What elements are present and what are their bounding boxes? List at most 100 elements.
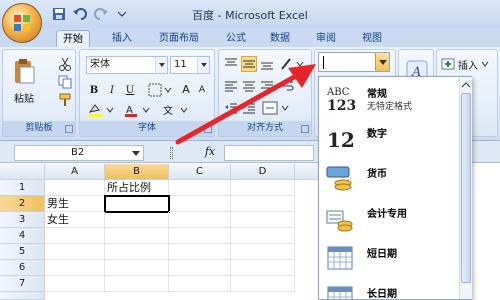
cell-b2[interactable] bbox=[104, 195, 170, 213]
alignment-launcher[interactable] bbox=[301, 125, 309, 133]
format-currency-item[interactable]: 货币 bbox=[319, 159, 459, 199]
borders-button[interactable] bbox=[146, 82, 174, 98]
cell-b4[interactable] bbox=[105, 228, 169, 244]
format-short-date-item[interactable]: 短日期 bbox=[319, 239, 459, 279]
cell-d4[interactable] bbox=[231, 228, 295, 244]
format-general-item[interactable]: ABC 123 常规 无特定格式 bbox=[319, 79, 459, 119]
font-launcher[interactable] bbox=[204, 125, 212, 133]
chevron-down-icon[interactable] bbox=[197, 57, 209, 73]
align-left-button[interactable] bbox=[223, 78, 239, 94]
chevron-down-icon[interactable] bbox=[375, 53, 389, 71]
cell-b5[interactable] bbox=[105, 244, 169, 260]
align-right-button[interactable] bbox=[259, 78, 275, 94]
row-header-5[interactable]: 5 bbox=[0, 244, 45, 260]
row-header-7[interactable]: 7 bbox=[0, 276, 45, 292]
cell-a7[interactable] bbox=[45, 276, 105, 292]
chevron-down-icon[interactable] bbox=[131, 150, 141, 158]
align-top-button[interactable] bbox=[223, 56, 239, 72]
cell-d2[interactable] bbox=[231, 196, 295, 212]
chevron-down-icon[interactable] bbox=[155, 57, 167, 73]
tab-formulas[interactable]: 公式 bbox=[220, 30, 252, 48]
clipboard-launcher[interactable] bbox=[65, 125, 73, 133]
cell-c6[interactable] bbox=[169, 260, 231, 276]
column-header-b[interactable]: B bbox=[105, 164, 169, 180]
scrollbar-thumb[interactable] bbox=[461, 93, 471, 283]
column-header-c[interactable]: C bbox=[169, 164, 231, 180]
align-bottom-button[interactable] bbox=[259, 56, 275, 72]
cell-a6[interactable] bbox=[45, 260, 105, 276]
format-long-date-item[interactable]: 长日期 bbox=[319, 279, 459, 299]
tab-view[interactable]: 视图 bbox=[356, 30, 388, 48]
increase-indent-button[interactable] bbox=[241, 100, 257, 116]
format-number-item[interactable]: 12 数字 bbox=[319, 119, 459, 159]
cell-c1[interactable] bbox=[169, 180, 231, 196]
cell-a3[interactable]: 女生 bbox=[45, 212, 105, 228]
orientation-button[interactable] bbox=[279, 56, 307, 72]
wrap-text-button[interactable] bbox=[279, 78, 295, 94]
dropdown-scrollbar[interactable] bbox=[459, 77, 472, 299]
cell-c2[interactable] bbox=[169, 196, 231, 212]
select-all-corner[interactable] bbox=[0, 164, 45, 180]
phonetic-button[interactable]: 文 bbox=[160, 102, 190, 118]
format-accounting-item[interactable]: 会计专用 bbox=[319, 199, 459, 239]
cell-c7[interactable] bbox=[169, 276, 231, 292]
tab-home[interactable]: 开始 bbox=[56, 30, 90, 48]
merge-center-button[interactable] bbox=[261, 100, 291, 116]
cell-b6[interactable] bbox=[105, 260, 169, 276]
cell-c5[interactable] bbox=[169, 244, 231, 260]
cell-b7[interactable] bbox=[105, 276, 169, 292]
cell-c4[interactable] bbox=[169, 228, 231, 244]
number-format-combo[interactable] bbox=[318, 52, 390, 72]
copy-button[interactable] bbox=[57, 74, 73, 90]
underline-button[interactable]: U bbox=[122, 82, 138, 98]
grow-font-button[interactable]: A bbox=[178, 80, 194, 98]
paste-button[interactable]: 粘贴 bbox=[9, 54, 39, 108]
cell-d6[interactable] bbox=[231, 260, 295, 276]
column-header-d[interactable]: D bbox=[231, 164, 295, 180]
bold-button[interactable]: B bbox=[86, 82, 102, 98]
shrink-font-button[interactable]: A bbox=[194, 82, 210, 98]
decrease-indent-icon bbox=[225, 103, 237, 114]
cell-b1[interactable]: 所占比例 bbox=[105, 180, 169, 196]
cell-d7[interactable] bbox=[231, 276, 295, 292]
cell-a1[interactable] bbox=[45, 180, 105, 196]
cell-a4[interactable] bbox=[45, 228, 105, 244]
tab-page-layout[interactable]: 页面布局 bbox=[152, 30, 206, 48]
font-color-button[interactable]: A bbox=[122, 102, 152, 118]
fill-color-button[interactable] bbox=[86, 102, 116, 118]
insert-function-button[interactable]: fx bbox=[198, 145, 222, 161]
tab-data[interactable]: 数据 bbox=[264, 30, 296, 48]
italic-button[interactable]: I bbox=[104, 82, 120, 98]
formula-bar-splitter[interactable] bbox=[170, 147, 173, 159]
cell-d5[interactable] bbox=[231, 244, 295, 260]
cut-button[interactable] bbox=[57, 56, 73, 72]
office-button[interactable] bbox=[2, 3, 42, 43]
cell-d1[interactable] bbox=[231, 180, 295, 196]
scroll-up-icon[interactable] bbox=[461, 80, 472, 90]
font-name-combo[interactable]: 宋体 bbox=[86, 56, 168, 74]
cell-d3[interactable] bbox=[231, 212, 295, 228]
tab-insert[interactable]: 插入 bbox=[106, 30, 138, 48]
worksheet-grid: A B C D 1 2 3 4 5 6 7 所占比例 男生 女生 bbox=[0, 164, 320, 300]
row-header-4[interactable]: 4 bbox=[0, 228, 45, 244]
cell-c3[interactable] bbox=[169, 212, 231, 228]
row-header-3[interactable]: 3 bbox=[0, 212, 45, 228]
cell-a2[interactable]: 男生 bbox=[45, 196, 105, 212]
decrease-indent-button[interactable] bbox=[223, 100, 239, 116]
row-header-6[interactable]: 6 bbox=[0, 260, 45, 276]
column-header-a[interactable]: A bbox=[45, 164, 105, 180]
align-middle-button[interactable] bbox=[241, 56, 257, 72]
tab-review[interactable]: 审阅 bbox=[310, 30, 342, 48]
row-header-8[interactable] bbox=[0, 292, 45, 300]
cell-a5[interactable] bbox=[45, 244, 105, 260]
cell-b3[interactable] bbox=[105, 212, 169, 228]
font-size-combo[interactable]: 11 bbox=[170, 56, 210, 74]
formula-input[interactable] bbox=[224, 145, 314, 161]
row-header-1[interactable]: 1 bbox=[0, 180, 45, 196]
format-painter-button[interactable] bbox=[57, 92, 73, 108]
column-header-e[interactable] bbox=[295, 164, 320, 180]
row-header-2[interactable]: 2 bbox=[0, 196, 45, 212]
align-center-button[interactable] bbox=[241, 78, 257, 94]
name-box[interactable]: B2 bbox=[14, 145, 144, 161]
insert-cells-button[interactable]: 插入 bbox=[441, 56, 495, 72]
